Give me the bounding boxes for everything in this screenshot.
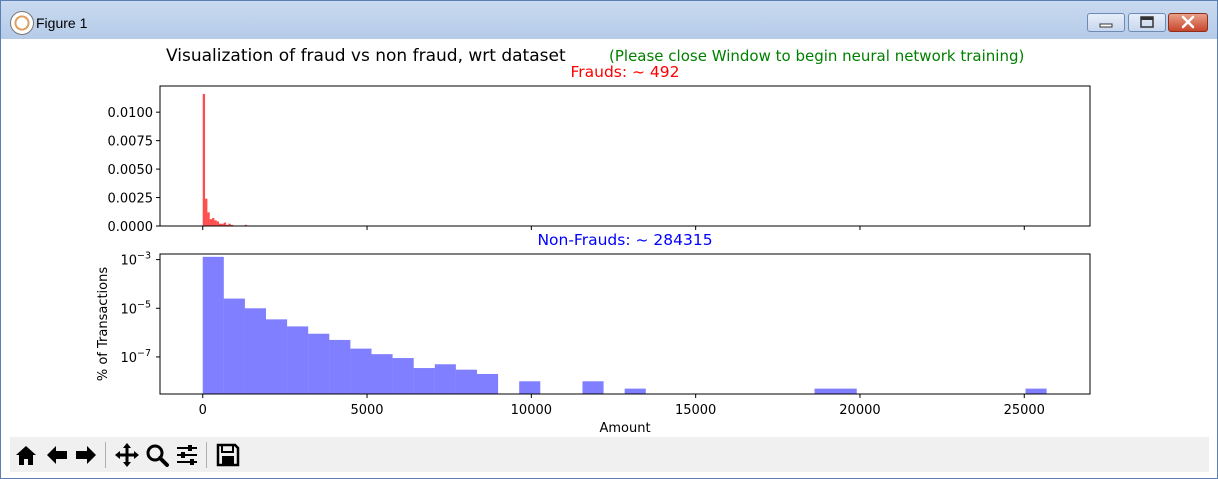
back-icon[interactable]: [43, 441, 71, 469]
save-icon[interactable]: [214, 441, 242, 469]
minimize-icon: [1099, 23, 1113, 28]
window-title: Figure 1: [36, 15, 88, 31]
maximize-icon: [1140, 16, 1154, 28]
toolbar-separator: [206, 442, 207, 468]
figure-canvas: [10, 39, 1209, 471]
toolbar-separator: [105, 442, 106, 468]
pan-icon[interactable]: [113, 441, 141, 469]
matplotlib-figure-icon: [10, 11, 34, 35]
configure-subplots-icon[interactable]: [173, 441, 201, 469]
minimize-button[interactable]: [1087, 13, 1125, 32]
zoom-icon[interactable]: [143, 441, 171, 469]
close-button[interactable]: [1168, 13, 1208, 32]
close-icon: [1181, 15, 1195, 29]
home-icon[interactable]: [12, 441, 40, 469]
maximize-button[interactable]: [1128, 13, 1166, 32]
title-bar[interactable]: Figure 1: [1, 1, 1217, 39]
forward-icon[interactable]: [72, 441, 100, 469]
figure-window: Figure 1 Visualization of fraud vs non f…: [0, 0, 1218, 479]
navigation-toolbar: [10, 437, 1209, 472]
